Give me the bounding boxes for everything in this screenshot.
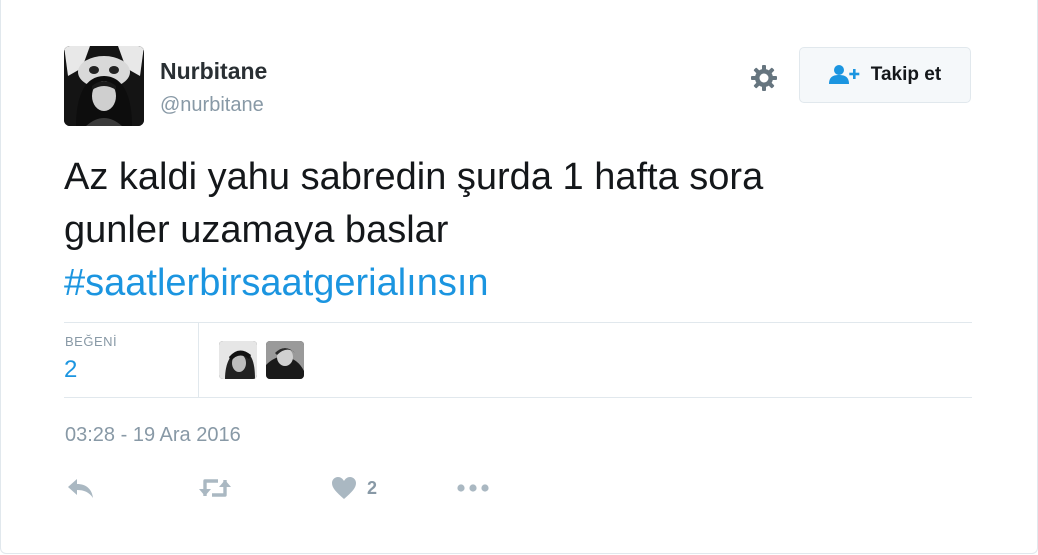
like-button[interactable]: 2 [331, 474, 377, 502]
timestamp[interactable]: 03:28 - 19 Ara 2016 [65, 424, 241, 447]
liker-avatar[interactable] [266, 341, 304, 379]
more-button[interactable] [456, 474, 490, 502]
divider [64, 397, 972, 398]
retweet-button[interactable] [198, 474, 232, 502]
avatar[interactable] [64, 46, 144, 126]
liker-avatar[interactable] [219, 341, 257, 379]
divider [198, 323, 199, 397]
avatar-photo [64, 46, 144, 126]
heart-icon [332, 477, 356, 499]
tweet-text-line: Az kaldi yahu sabredin şurda 1 hafta sor… [64, 156, 764, 198]
more-icon [457, 484, 489, 492]
hashtag-link[interactable]: #saatlerbirsaatgerialınsın [64, 257, 944, 310]
retweet-icon [199, 479, 231, 497]
like-count: 2 [367, 477, 378, 498]
follow-button[interactable]: Takip et [799, 47, 971, 103]
user-handle[interactable]: @nurbitane [160, 94, 264, 117]
add-user-icon [828, 65, 860, 84]
divider [64, 322, 972, 323]
follow-button-label: Takip et [870, 64, 942, 85]
gear-icon[interactable] [748, 62, 780, 94]
reply-icon [68, 479, 93, 498]
display-name[interactable]: Nurbitane [160, 58, 267, 85]
likes-count[interactable]: 2 [64, 356, 77, 384]
likes-label: BEĞENİ [65, 334, 118, 349]
tweet-text: Az kaldi yahu sabredin şurda 1 hafta sor… [64, 151, 944, 310]
tweet-text-line: gunler uzamaya baslar [64, 209, 449, 251]
reply-button[interactable] [66, 474, 96, 502]
